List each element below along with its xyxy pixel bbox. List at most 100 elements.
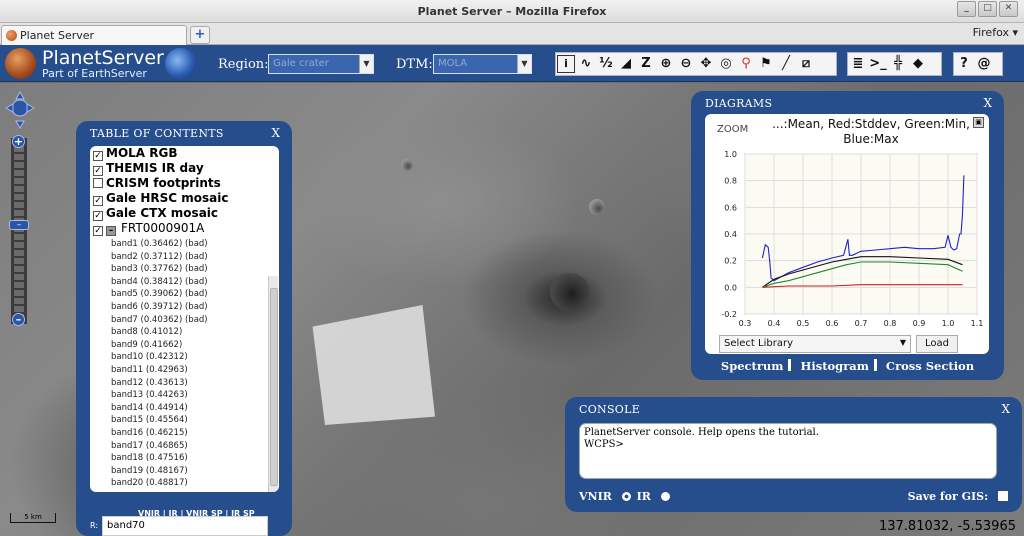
toc-close-button[interactable]: X xyxy=(271,126,280,140)
collapse-icon[interactable]: – xyxy=(106,226,116,236)
gis-label: Save for GIS: xyxy=(907,490,989,503)
maximize-button[interactable]: □ xyxy=(978,1,997,17)
layer-item[interactable]: ✓ MOLA RGB xyxy=(93,146,178,161)
dtm-select[interactable]: MOLA ▼ xyxy=(433,54,532,74)
layer-item[interactable]: ✓ Gale HRSC mosaic xyxy=(93,191,229,206)
band-item[interactable]: band13 (0.44263) xyxy=(111,389,188,402)
band-item[interactable]: band5 (0.39062) (bad) xyxy=(111,288,208,301)
z-scale-icon[interactable]: Z xyxy=(636,53,656,75)
crop-icon[interactable]: ⧄ xyxy=(796,53,816,75)
band-item[interactable]: band4 (0.38412) (bad) xyxy=(111,276,208,289)
pin-icon[interactable]: ⚑ xyxy=(756,53,776,75)
grid-icon[interactable]: ╬ xyxy=(888,53,908,75)
band-item[interactable]: band7 (0.40362) (bad) xyxy=(111,314,208,327)
histogram-link[interactable]: Histogram xyxy=(800,359,868,373)
layer-item[interactable]: ✓ – FRT0000901A xyxy=(93,221,204,236)
window-controls: _ □ ✕ xyxy=(957,1,1018,17)
band-item[interactable]: band2 (0.37112) (bad) xyxy=(111,251,208,264)
ir-radio[interactable] xyxy=(660,492,670,501)
globe-icon[interactable]: ◎ xyxy=(716,53,736,75)
band-item[interactable]: band9 (0.41662) xyxy=(111,339,182,352)
load-button[interactable]: Load xyxy=(916,335,958,353)
y-tick-label: 0.6 xyxy=(724,203,737,212)
firefox-menu[interactable]: Firefox ▾ xyxy=(973,26,1018,39)
planet-logo-icon xyxy=(5,48,36,79)
layer-item[interactable]: CRISM footprints xyxy=(93,176,221,191)
region-label: Region: xyxy=(218,57,269,72)
x-tick-label: 0.9 xyxy=(913,319,926,328)
diagram-links: Spectrum Histogram Cross Section xyxy=(691,359,1004,373)
band-item[interactable]: band15 (0.45564) xyxy=(111,414,188,427)
spectrum-icon[interactable]: ∿ xyxy=(576,53,596,75)
diagrams-close-button[interactable]: X xyxy=(983,96,992,110)
plus-icon: + xyxy=(194,27,206,42)
vnir-radio[interactable] xyxy=(621,492,631,501)
spectrum-chart[interactable]: 0.3 0.4 0.5 0.6 0.7 0.8 0.9 1.0 1.1 1.0 0.8 0.6 0.4 0… xyxy=(705,150,989,334)
console-icon[interactable]: >_ xyxy=(868,53,888,75)
layer-item[interactable]: ✓ Gale CTX mosaic xyxy=(93,206,218,221)
region-select[interactable]: Gale crater ▼ xyxy=(268,54,374,74)
spectrum-link[interactable]: Spectrum xyxy=(721,359,784,373)
band-item[interactable]: band1 (0.36462) (bad) xyxy=(111,238,208,251)
band-input[interactable]: band70 xyxy=(102,516,268,536)
pan-left-icon xyxy=(5,103,14,113)
band-item[interactable]: band3 (0.37762) (bad) xyxy=(111,263,208,276)
checkbox[interactable]: ✓ xyxy=(93,166,103,176)
library-select[interactable]: Select Library ▼ xyxy=(719,335,911,353)
band-item[interactable]: band8 (0.41012) xyxy=(111,326,182,339)
band-item[interactable]: band10 (0.42312) xyxy=(111,351,188,364)
band-item[interactable]: band17 (0.46865) xyxy=(111,440,188,453)
zoom-label[interactable]: ZOOM xyxy=(717,124,748,135)
checkbox[interactable]: ✓ xyxy=(93,196,103,206)
r-label: R: xyxy=(90,521,99,530)
zoom-out-button[interactable]: – xyxy=(12,313,25,326)
help-button[interactable]: ? xyxy=(954,53,974,75)
measure-icon[interactable]: ╱ xyxy=(776,53,796,75)
chevron-down-icon: ▼ xyxy=(517,55,531,73)
mode-radios: VNIR IR xyxy=(579,490,672,503)
toc-scrollbar[interactable] xyxy=(268,276,278,492)
layer-label: Gale CTX mosaic xyxy=(106,206,219,220)
band-item[interactable]: band19 (0.48167) xyxy=(111,465,188,478)
zoom-in-button[interactable]: + xyxy=(12,135,25,148)
zoom-track[interactable] xyxy=(11,138,27,324)
console-close-button[interactable]: X xyxy=(1001,402,1010,416)
layer-item[interactable]: ✓ THEMIS IR day xyxy=(93,161,204,176)
cube-icon[interactable]: ◆ xyxy=(908,53,928,75)
zoom-out-icon[interactable]: ⊖ xyxy=(676,53,696,75)
info-icon[interactable]: i xyxy=(557,55,575,73)
tab-title: Planet Server xyxy=(20,29,95,42)
crater xyxy=(550,273,590,311)
band-depth-icon[interactable]: ◢ xyxy=(616,53,636,75)
zoom-in-icon[interactable]: ⊕ xyxy=(656,53,676,75)
scale-bar: 5 km xyxy=(10,513,56,523)
band-item[interactable]: band16 (0.46215) xyxy=(111,427,188,440)
checkbox[interactable] xyxy=(93,178,103,188)
layer-label: MOLA RGB xyxy=(106,146,178,160)
new-tab-button[interactable]: + xyxy=(190,26,210,44)
band-item[interactable]: band14 (0.44914) xyxy=(111,402,188,415)
console-textarea[interactable]: PlanetServer console. Help opens the tut… xyxy=(579,423,997,479)
gis-checkbox[interactable] xyxy=(998,491,1008,501)
save-icon[interactable]: ▣ xyxy=(973,117,984,128)
minimize-button[interactable]: _ xyxy=(957,1,976,17)
chart-title: ...:Mean, Red:Stddev, Green:Min, Blue:Ma… xyxy=(772,117,970,146)
browser-tab[interactable]: Planet Server xyxy=(1,25,187,45)
checkbox[interactable]: ✓ xyxy=(93,226,103,236)
zoom-slider-handle[interactable]: – xyxy=(9,220,29,230)
cross-section-link[interactable]: Cross Section xyxy=(886,359,974,373)
band-item[interactable]: band11 (0.42963) xyxy=(111,364,188,377)
checkbox[interactable]: ✓ xyxy=(93,211,103,221)
search-icon[interactable]: ⚲ xyxy=(736,53,756,75)
band-item[interactable]: band18 (0.47516) xyxy=(111,452,188,465)
ratio-icon[interactable]: ½ xyxy=(596,53,616,75)
list-icon[interactable]: ≣ xyxy=(848,53,868,75)
pan-icon[interactable]: ✥ xyxy=(696,53,716,75)
band-item[interactable]: band12 (0.43613) xyxy=(111,377,188,390)
pan-control[interactable] xyxy=(5,90,35,130)
at-button[interactable]: @ xyxy=(974,53,994,75)
band-item[interactable]: band20 (0.48817) xyxy=(111,477,188,490)
close-window-button[interactable]: ✕ xyxy=(999,1,1018,17)
band-item[interactable]: band6 (0.39712) (bad) xyxy=(111,301,208,314)
checkbox[interactable]: ✓ xyxy=(93,151,103,161)
